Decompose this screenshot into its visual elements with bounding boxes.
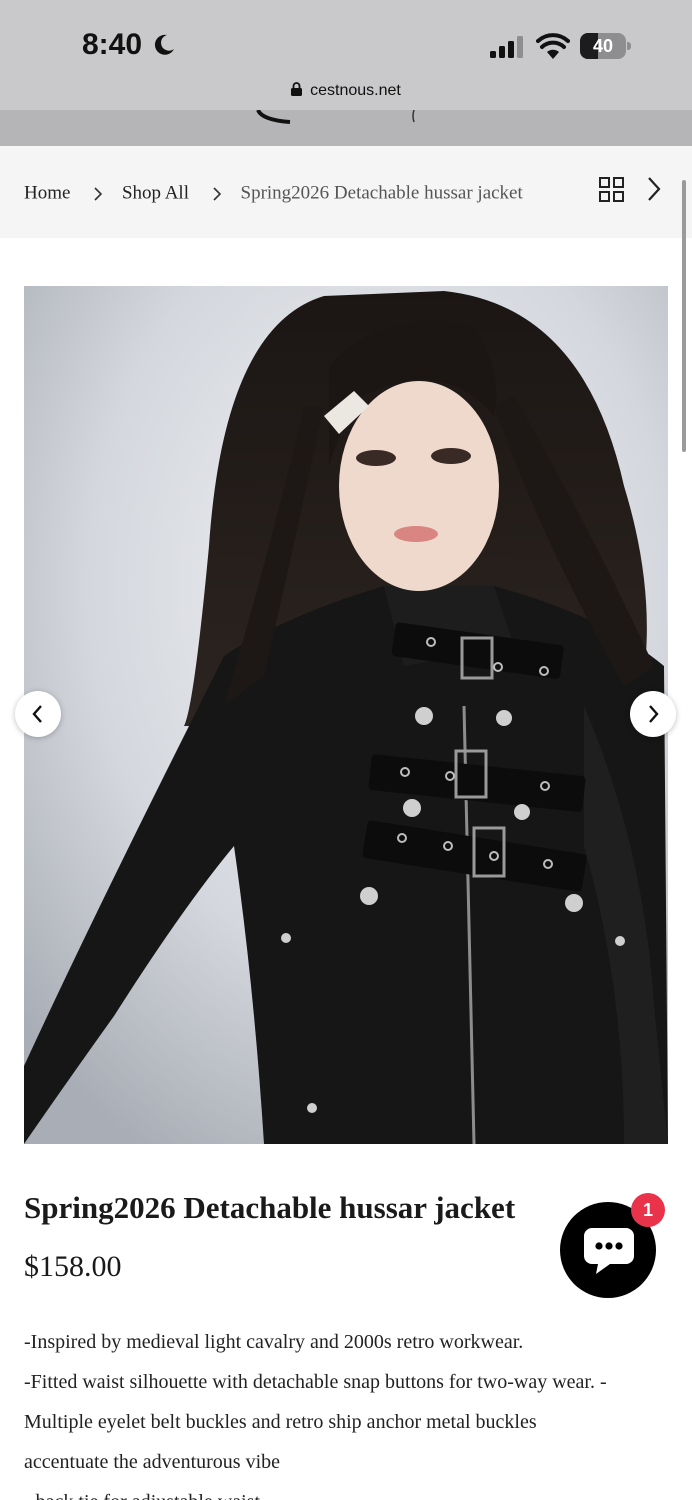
chat-notification-badge: 1 xyxy=(631,1193,665,1227)
status-time: 8:40 xyxy=(82,28,143,61)
product-price: $158.00 xyxy=(24,1250,122,1283)
breadcrumb-current: Spring2026 Detachable hussar jacket xyxy=(240,182,523,204)
site-header-logo-partial xyxy=(0,110,692,146)
breadcrumb-shop-all[interactable]: Shop All xyxy=(122,183,189,204)
battery-level: 40 xyxy=(592,36,614,56)
cellular-signal-icon xyxy=(490,36,523,58)
breadcrumb-home[interactable]: Home xyxy=(24,183,70,204)
description-line: - back tie for adjustable waist xyxy=(24,1482,674,1500)
chat-icon xyxy=(584,1228,634,1274)
breadcrumb: Home Shop All Spring2026 Detachable huss… xyxy=(24,182,523,205)
chevron-right-icon xyxy=(649,705,659,723)
description-line: accentuate the adventurous vibe xyxy=(24,1451,280,1473)
next-product-chevron-icon[interactable] xyxy=(646,176,662,202)
product-title: Spring2026 Detachable hussar jacket xyxy=(24,1190,516,1225)
chevron-right-icon xyxy=(94,187,103,201)
url-bar[interactable]: cestnous.net xyxy=(0,82,692,100)
scrollbar[interactable] xyxy=(682,180,686,452)
url-text: cestnous.net xyxy=(310,82,401,99)
chevron-left-icon xyxy=(32,705,42,723)
chevron-right-icon xyxy=(213,187,221,201)
product-image[interactable] xyxy=(24,286,668,1144)
wifi-icon xyxy=(536,33,570,59)
product-description: -Inspired by medieval light cavalry and … xyxy=(24,1322,674,1500)
breadcrumb-bar: Home Shop All Spring2026 Detachable huss… xyxy=(0,146,692,238)
description-line: -Fitted waist silhouette with detachable… xyxy=(24,1371,607,1393)
image-prev-button[interactable] xyxy=(15,691,61,737)
lock-icon xyxy=(291,82,303,96)
description-line: Multiple eyelet belt buckles and retro s… xyxy=(24,1411,537,1433)
battery-indicator: 40 xyxy=(580,33,632,59)
image-next-button[interactable] xyxy=(630,691,676,737)
moon-icon xyxy=(154,34,174,55)
grid-view-icon[interactable] xyxy=(599,177,624,202)
status-bar: 8:40 40 cestnous.net xyxy=(0,0,692,110)
description-line: -Inspired by medieval light cavalry and … xyxy=(24,1331,524,1353)
